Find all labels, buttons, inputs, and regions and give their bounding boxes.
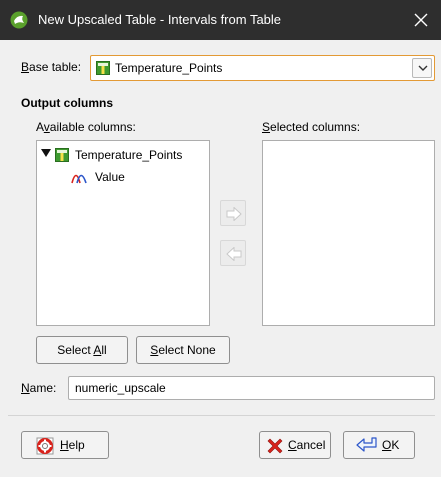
- tree-expanded-icon[interactable]: [41, 148, 51, 158]
- available-columns-label: Available columns:: [36, 120, 136, 134]
- window-title: New Upscaled Table - Intervals from Tabl…: [38, 12, 282, 27]
- select-none-button[interactable]: Select None: [136, 336, 230, 364]
- available-columns-list[interactable]: Temperature_Points Value: [36, 140, 210, 326]
- return-arrow-icon: [356, 437, 377, 452]
- dropdown-arrow-button[interactable]: [412, 58, 432, 78]
- arrow-left-icon: [226, 247, 242, 261]
- red-x-icon: [267, 438, 283, 454]
- cancel-button[interactable]: Cancel: [259, 431, 331, 459]
- base-table-dropdown[interactable]: Temperature_Points: [90, 55, 435, 81]
- ok-button[interactable]: OK: [343, 431, 415, 459]
- tree-item-label: Value: [95, 170, 125, 184]
- leapfrog-app-icon: [10, 11, 28, 29]
- title-bar: New Upscaled Table - Intervals from Tabl…: [0, 0, 441, 40]
- base-table-label: Base table:: [21, 60, 82, 74]
- numeric-column-icon: [71, 174, 87, 184]
- add-column-button[interactable]: [220, 200, 246, 226]
- table-icon: [96, 61, 110, 75]
- help-button[interactable]: Help: [21, 431, 109, 459]
- close-icon[interactable]: [412, 11, 430, 29]
- tree-item-value[interactable]: Value: [71, 168, 201, 186]
- chevron-down-icon: [418, 65, 428, 71]
- footer-divider: [8, 415, 435, 416]
- name-input[interactable]: [68, 376, 435, 400]
- table-icon: [55, 148, 69, 162]
- arrow-right-icon: [226, 207, 242, 221]
- lifebuoy-icon: [36, 437, 54, 455]
- output-columns-heading: Output columns: [21, 96, 113, 110]
- remove-column-button[interactable]: [220, 240, 246, 266]
- tree-item-temperature-points[interactable]: Temperature_Points: [41, 146, 206, 164]
- base-table-value: Temperature_Points: [115, 61, 223, 75]
- selected-columns-list[interactable]: [262, 140, 435, 326]
- selected-columns-label: Selected columns:: [262, 120, 361, 134]
- tree-item-label: Temperature_Points: [75, 148, 183, 162]
- select-all-button[interactable]: Select All: [36, 336, 128, 364]
- name-label: Name:: [21, 381, 57, 395]
